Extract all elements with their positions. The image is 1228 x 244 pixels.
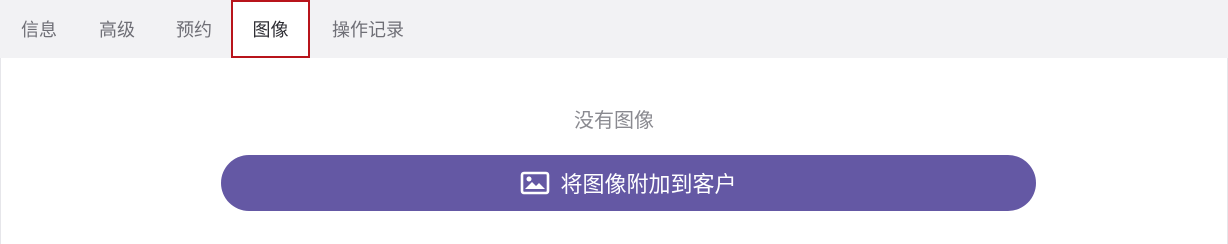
- content-left-border: [0, 58, 1, 244]
- attach-image-button[interactable]: 将图像附加到客户: [221, 155, 1036, 211]
- tab-bar: 信息 高级 预约 图像 操作记录: [0, 0, 1228, 58]
- tab-info[interactable]: 信息: [20, 0, 58, 58]
- tab-appointments[interactable]: 预约: [175, 0, 213, 58]
- attach-image-button-label: 将图像附加到客户: [560, 173, 737, 198]
- tab-appointments-label: 预约: [176, 20, 212, 41]
- tab-info-label: 信息: [21, 20, 57, 41]
- tab-images-label: 图像: [252, 20, 289, 41]
- customer-images-panel: 信息 高级 预约 图像 操作记录 没有图像 将图像附加到客户: [0, 0, 1228, 244]
- tab-advanced-label: 高级: [99, 20, 135, 41]
- empty-images-message: 没有图像: [574, 108, 654, 132]
- tab-activity-log-label: 操作记录: [332, 20, 404, 41]
- images-content-area: [0, 58, 1228, 244]
- tab-images[interactable]: 图像: [231, 0, 310, 58]
- tab-advanced[interactable]: 高级: [98, 0, 136, 58]
- tab-activity-log[interactable]: 操作记录: [330, 0, 406, 58]
- image-icon: [520, 171, 550, 195]
